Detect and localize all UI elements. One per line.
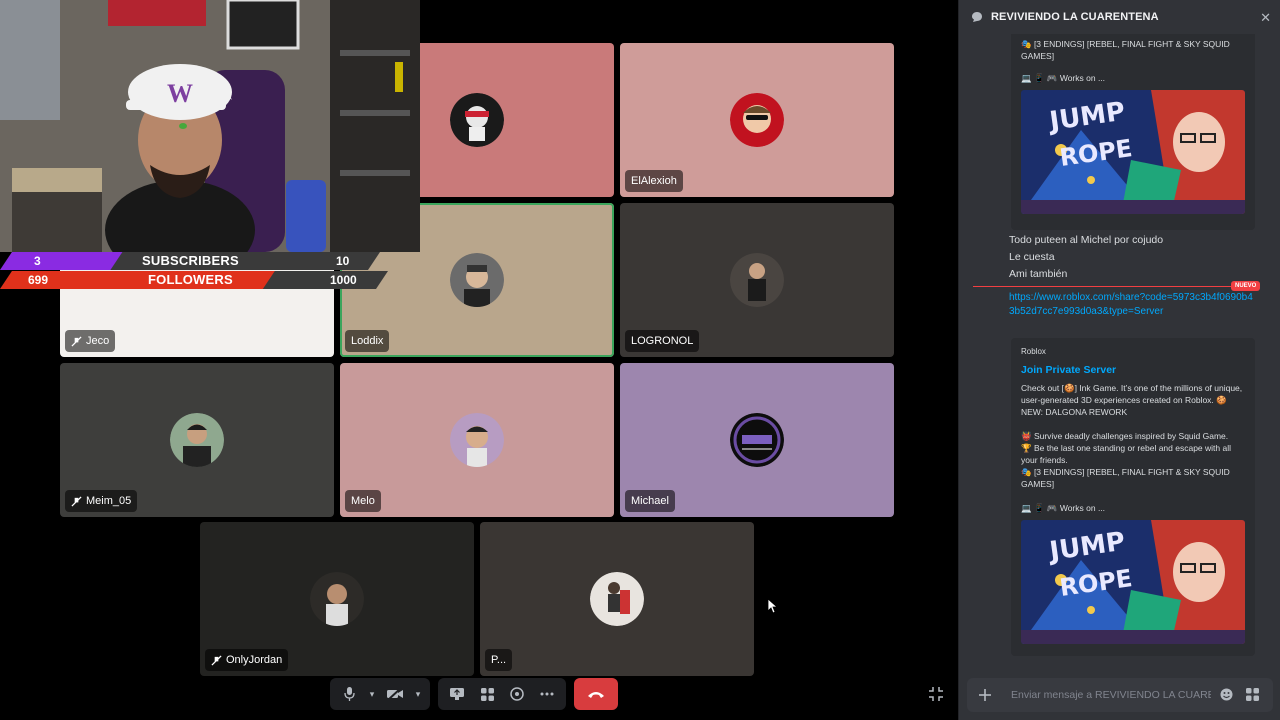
participant-avatar [450, 253, 504, 307]
participant-avatar [310, 572, 364, 626]
embed-text: 💻 📱 🎮 Works on ... [1021, 73, 1106, 83]
participant-tile[interactable]: P... [480, 522, 754, 676]
participant-name: Michael [631, 495, 669, 507]
embed-image[interactable]: JUMP ROPE [1021, 90, 1245, 214]
followers-count: 699 [28, 273, 49, 287]
muted-mic-icon [71, 335, 82, 347]
more-icon[interactable] [534, 681, 560, 707]
participant-tile[interactable]: ElAlexioh [620, 43, 894, 197]
close-icon[interactable]: ✕ [1260, 10, 1271, 26]
voice-channel-chat: REVIVIENDO LA CUARENTENA ✕ 🎭 [3 ENDINGS]… [958, 0, 1280, 720]
participant-avatar [450, 413, 504, 467]
exit-fullscreen-icon[interactable] [928, 686, 944, 702]
emoji-icon[interactable] [1220, 688, 1233, 706]
participant-avatar [590, 572, 644, 626]
participant-name-tag: P... [485, 649, 513, 671]
embed-text: 🎭 [3 ENDINGS] [REBEL, FINAL FIGHT & SKY … [1021, 467, 1230, 489]
muted-mic-icon [211, 654, 222, 666]
followers-label: FOLLOWERS [148, 272, 233, 287]
muted-mic-icon [71, 495, 82, 507]
participant-name-tag: Melo [345, 490, 381, 512]
mic-options-chevron-icon[interactable]: ▾ [366, 681, 378, 707]
chat-message: Todo puteen al Michel por cojudo [1009, 234, 1164, 246]
chat-header: REVIVIENDO LA CUARENTENA ✕ [959, 0, 1280, 34]
participant-name: OnlyJordan [226, 654, 283, 666]
subscribers-label: SUBSCRIBERS [142, 253, 239, 268]
link-embed: Roblox Join Private Server Check out [🍪]… [1011, 338, 1255, 656]
chat-message: Le cuesta [1009, 251, 1055, 263]
participant-tile[interactable]: LOGRONOL [620, 203, 894, 357]
camera-off-icon[interactable] [382, 681, 408, 707]
svg-text:W: W [167, 79, 193, 108]
new-messages-badge: NUEVO [1231, 281, 1261, 291]
participant-name-tag: Meim_05 [65, 490, 138, 512]
message-composer [967, 678, 1273, 712]
participant-avatar [170, 413, 224, 467]
participant-name-tag: Jeco [65, 330, 116, 352]
embed-provider: Roblox [1021, 347, 1046, 356]
link-embed: 🎭 [3 ENDINGS] [REBEL, FINAL FIGHT & SKY … [1011, 34, 1255, 230]
participant-avatar [730, 413, 784, 467]
participant-tile[interactable]: Melo [340, 363, 614, 517]
mic-control-group: ▾ ▾ [330, 678, 430, 710]
participant-name: Jeco [86, 335, 110, 347]
activity-control-group [438, 678, 566, 710]
subscribers-count: 3 [34, 254, 41, 268]
participant-name-tag: OnlyJordan [205, 649, 289, 671]
participant-avatar [730, 93, 784, 147]
participant-name: Melo [351, 495, 375, 507]
followers-goal-bar: 699 FOLLOWERS 1000 [0, 271, 400, 289]
chat-title: REVIVIENDO LA CUARENTENA [991, 11, 1159, 23]
subscribers-goal-bar: 3 SUBSCRIBERS 10 [0, 252, 400, 270]
camera-options-chevron-icon[interactable]: ▾ [412, 681, 424, 707]
embed-text: 🎭 [3 ENDINGS] [REBEL, FINAL FIGHT & SKY … [1021, 39, 1230, 61]
microphone-icon[interactable] [336, 681, 362, 707]
participant-name: LOGRONOL [631, 335, 694, 347]
participant-name: ElAlexioh [631, 175, 677, 187]
voice-call-stage: ElAlexioh Jeco Loddix LOGRONOL Meim_05 M… [0, 0, 955, 720]
participant-name: Loddix [351, 335, 384, 347]
new-messages-divider [973, 286, 1257, 287]
participant-tile[interactable]: Meim_05 [60, 363, 334, 517]
followers-goal: 1000 [330, 273, 357, 287]
embed-description: Check out [🍪] Ink Game. It’s one of the … [1021, 383, 1243, 417]
participant-avatar [730, 253, 784, 307]
participant-name: Meim_05 [86, 495, 132, 507]
participant-tile[interactable]: OnlyJordan [200, 522, 474, 676]
embed-title-link[interactable]: Join Private Server [1021, 364, 1245, 376]
participant-name: P... [491, 654, 507, 666]
soundboard-icon[interactable] [504, 681, 530, 707]
add-attachment-icon[interactable] [967, 678, 1003, 712]
participant-avatar [450, 93, 504, 147]
participant-name-tag: ElAlexioh [625, 170, 683, 192]
participant-name-tag: Loddix [345, 330, 390, 352]
apps-icon[interactable] [1246, 688, 1259, 706]
screen-share-icon[interactable] [444, 681, 470, 707]
subscribers-goal: 10 [336, 254, 350, 268]
phone-hangup-icon [588, 692, 604, 698]
participant-name-tag: Michael [625, 490, 675, 512]
disconnect-button[interactable] [574, 678, 618, 710]
message-list: 🎭 [3 ENDINGS] [REBEL, FINAL FIGHT & SKY … [959, 34, 1280, 674]
activities-icon[interactable] [474, 681, 500, 707]
mouse-cursor-icon [767, 598, 779, 619]
call-controls: ▾ ▾ [330, 678, 618, 710]
message-input[interactable] [1011, 689, 1211, 701]
participant-tile[interactable]: Michael [620, 363, 894, 517]
message-link[interactable]: https://www.roblox.com/share?code=5973c3… [1009, 291, 1255, 319]
embed-text: 💻 📱 🎮 Works on ... [1021, 503, 1106, 513]
participant-name-tag: LOGRONOL [625, 330, 700, 352]
embed-text: 🏆 Be the last one standing or rebel and … [1021, 443, 1231, 465]
embed-image[interactable]: JUMP ROPE [1021, 520, 1245, 644]
embed-text: 👹 Survive deadly challenges inspired by … [1021, 431, 1229, 441]
chat-bubble-icon [972, 12, 982, 22]
streamer-webcam: W [0, 0, 420, 252]
chat-message: Ami también [1009, 268, 1068, 280]
